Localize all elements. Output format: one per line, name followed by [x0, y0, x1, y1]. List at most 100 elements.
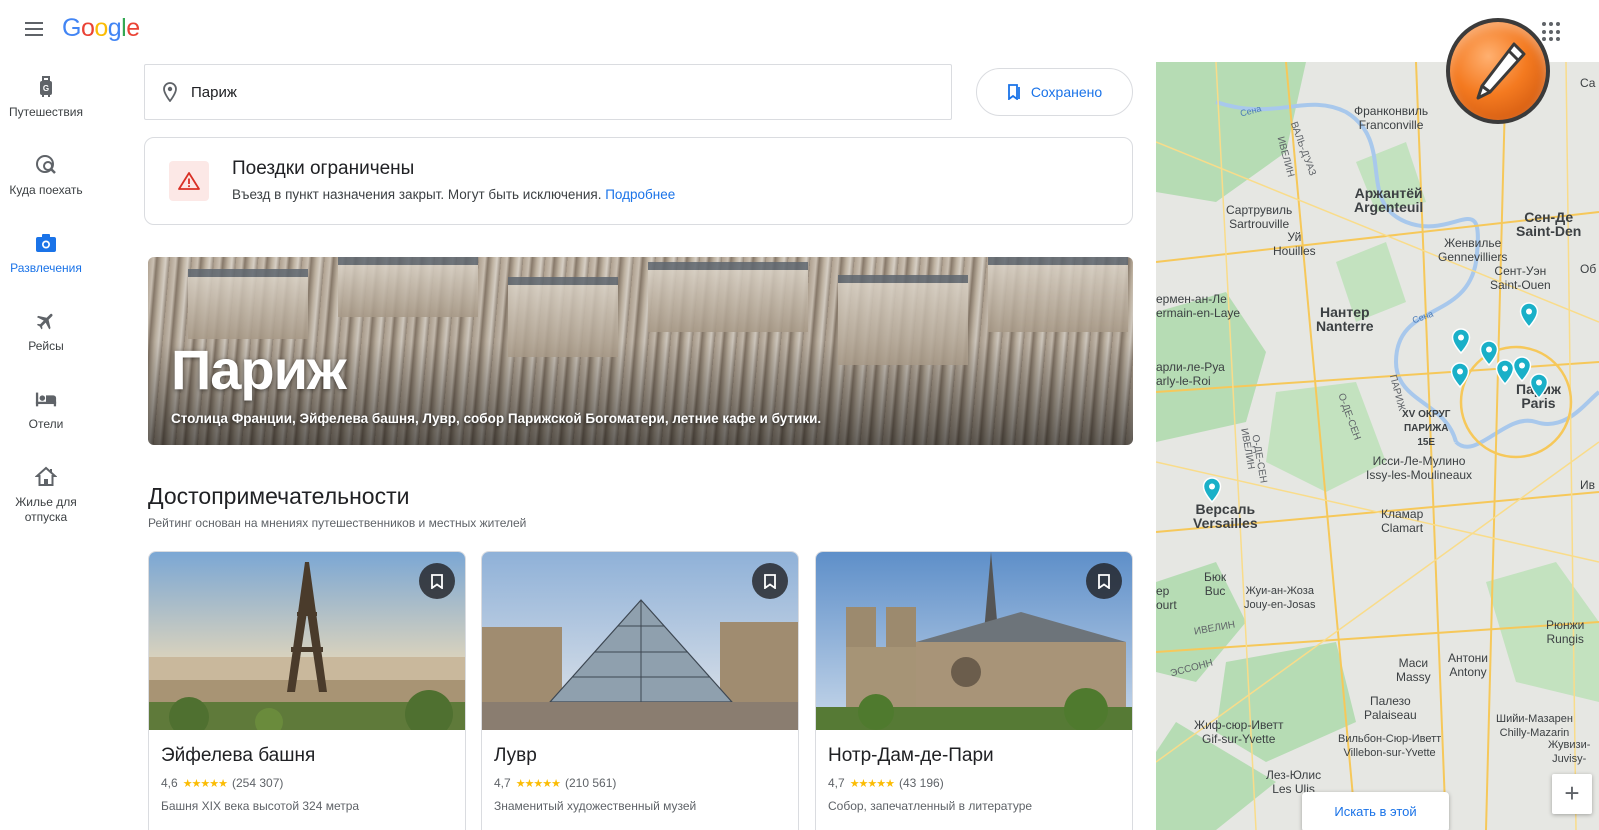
map-label-saint-denis: Сен-Де Saint-Den: [1516, 209, 1582, 239]
hotel-icon: [35, 388, 57, 410]
location-pin-icon: [163, 82, 177, 102]
apps-grid-icon[interactable]: [1542, 22, 1562, 42]
bookmark-button[interactable]: [419, 563, 455, 599]
bookmark-icon: [431, 573, 443, 589]
map-pin-icon[interactable]: [1519, 302, 1539, 328]
map-view[interactable]: Франконвиль Franconville Аржантёй Argenteu…: [1156, 62, 1599, 830]
bookmark-icon: [764, 573, 776, 589]
hero-building: [648, 262, 808, 332]
map-label-xv-arrondissement: XV ОКРУГ ПАРИЖА 15E: [1402, 409, 1451, 448]
house-icon: [35, 466, 57, 488]
map-label-jouy: Жуи-ан-Жоза Jouy-en-Josas: [1244, 585, 1316, 611]
hero-building: [988, 257, 1128, 332]
map-pin-icon[interactable]: [1529, 373, 1549, 399]
map-label-issy: Исси-Ле-Мулино Issy-les-Moulineaux: [1366, 454, 1473, 482]
explore-icon: [35, 154, 57, 176]
map-label-buc: Бюк Buc: [1204, 570, 1227, 598]
map-label-nanterre: Нантер Nanterre: [1316, 304, 1374, 334]
sidebar-item-explore[interactable]: Куда поехать: [0, 140, 92, 218]
map-label-iv: Ив: [1580, 478, 1595, 492]
destination-search[interactable]: [144, 64, 952, 120]
sidebar-item-label: Рейсы: [28, 339, 64, 353]
bookmark-button[interactable]: [1086, 563, 1122, 599]
sidebar-item-label: Жилье для отпуска: [15, 495, 77, 524]
luggage-icon: G: [35, 76, 57, 98]
map-label-saint-ouen: Сент-Уэн Saint-Ouen: [1490, 264, 1551, 292]
search-this-area-button[interactable]: Искать в этой: [1302, 792, 1449, 830]
saved-label: Сохранено: [1030, 84, 1103, 100]
map-label-gennevilliers: Женвилье Gennevilliers: [1438, 236, 1508, 264]
warning-icon: [169, 161, 209, 201]
map-label-chilly: Шийи-Мазарен Chilly-Mazarin: [1496, 713, 1573, 739]
map-label-saint-germain: ермен-ан-Ле ermain-en-Laye: [1156, 292, 1241, 320]
hero-building: [338, 257, 478, 317]
map-label-massy: Маси Massy: [1396, 656, 1431, 684]
rating-value: 4,6: [161, 776, 178, 790]
map-label-clamart: Кламар Clamart: [1381, 507, 1424, 535]
alert-title: Поездки ограничены: [232, 158, 415, 179]
map-label-argenteuil: Аржантёй Argenteuil: [1354, 185, 1424, 215]
top-bar: Google: [0, 0, 1599, 62]
attraction-card-notre-dame[interactable]: Нотр-Дам-де-Пари 4,7 ★★★★★ (43 196) Собор,…: [815, 551, 1133, 830]
attraction-card-eiffel[interactable]: Эйфелева башня 4,6 ★★★★★ (254 307) Башня X…: [148, 551, 466, 830]
map-label-court: ер ourt: [1156, 584, 1177, 612]
bookmark-button[interactable]: [752, 563, 788, 599]
flight-icon: [35, 310, 57, 332]
pencil-icon[interactable]: [1446, 18, 1550, 124]
map-label-marly: арли-ле-Руа arly-le-Roi: [1156, 360, 1225, 388]
learn-more-link[interactable]: Подробнее: [605, 187, 675, 202]
review-count: (210 561): [565, 776, 617, 790]
bookmark-icon: [1098, 573, 1110, 589]
attraction-name: Эйфелева башня: [161, 745, 316, 766]
attraction-name: Нотр-Дам-де-Пари: [828, 745, 994, 766]
review-count: (43 196): [899, 776, 944, 790]
attraction-name: Лувр: [494, 745, 537, 766]
map-label-antony: Антони Antony: [1448, 651, 1488, 679]
hero-building: [508, 277, 618, 357]
camera-icon: [35, 232, 57, 254]
attraction-rating: 4,6 ★★★★★ (254 307): [161, 776, 283, 790]
map-label-rungis: Рюнжи Rungis: [1546, 618, 1585, 646]
map-pin-icon[interactable]: [1451, 328, 1471, 354]
star-rating-icon: ★★★★★: [849, 777, 895, 790]
sidebar-item-label: Развлечения: [10, 261, 82, 275]
menu-icon[interactable]: [20, 18, 48, 46]
map-pin-icon[interactable]: [1450, 362, 1470, 388]
bookmark-icon: [1007, 84, 1020, 100]
sidebar-item-trips[interactable]: G Путешествия: [0, 62, 92, 140]
map-label-sartrouville: Сартрувиль Sartrouville: [1226, 203, 1293, 231]
map-label-juvisy: Жувизи- Juvisy-: [1548, 739, 1591, 765]
star-rating-icon: ★★★★★: [515, 777, 561, 790]
sidebar-item-hotels[interactable]: Отели: [0, 374, 92, 452]
attraction-description: Собор, запечатленный в литературе: [828, 799, 1033, 813]
attraction-rating: 4,7 ★★★★★ (43 196): [828, 776, 944, 790]
sidebar-nav: G Путешествия Куда поехать Развлечения Р…: [0, 62, 92, 530]
map-pin-icon[interactable]: [1202, 477, 1222, 503]
attraction-rating: 4,7 ★★★★★ (210 561): [494, 776, 616, 790]
sidebar-item-vacation-rentals[interactable]: Жилье для отпуска: [0, 452, 92, 530]
map-label-palaiseau: Палезо Palaiseau: [1364, 694, 1417, 722]
map-label-villebon: Вильбон-Сюр-Иветт Villebon-sur-Yvette: [1338, 733, 1442, 759]
travel-restriction-alert: Поездки ограничены Въезд в пункт назначе…: [144, 137, 1133, 225]
hero-subtitle: Столица Франции, Эйфелева башня, Лувр, с…: [171, 411, 822, 426]
zoom-in-button[interactable]: +: [1552, 774, 1592, 814]
attraction-description: Знаменитый художественный музей: [494, 799, 697, 813]
search-input[interactable]: [191, 83, 891, 101]
sidebar-item-label: Путешествия: [8, 105, 84, 119]
map-label-ob: Об: [1580, 262, 1597, 276]
hero-building: [188, 269, 308, 339]
sidebar-item-label: Куда поехать: [9, 183, 83, 197]
attraction-card-louvre[interactable]: Лувр 4,7 ★★★★★ (210 561) Знаменитый художе…: [481, 551, 799, 830]
hero-title: Париж: [171, 338, 347, 401]
hero-building: [838, 275, 968, 365]
sidebar-item-things-to-do[interactable]: Развлечения: [0, 218, 92, 296]
saved-button[interactable]: Сохранено: [976, 68, 1133, 116]
google-logo[interactable]: Google: [62, 14, 140, 43]
sidebar-item-flights[interactable]: Рейсы: [0, 296, 92, 374]
sidebar-item-label: Отели: [28, 417, 64, 431]
svg-text:G: G: [43, 84, 49, 93]
alert-body-text: Въезд в пункт назначения закрыт. Могут б…: [232, 187, 602, 202]
map-label-gif: Жиф-сюр-Иветт Gif-sur-Yvette: [1194, 718, 1284, 746]
destination-hero: Париж Столица Франции, Эйфелева башня, Л…: [148, 257, 1133, 445]
rating-value: 4,7: [494, 776, 511, 790]
